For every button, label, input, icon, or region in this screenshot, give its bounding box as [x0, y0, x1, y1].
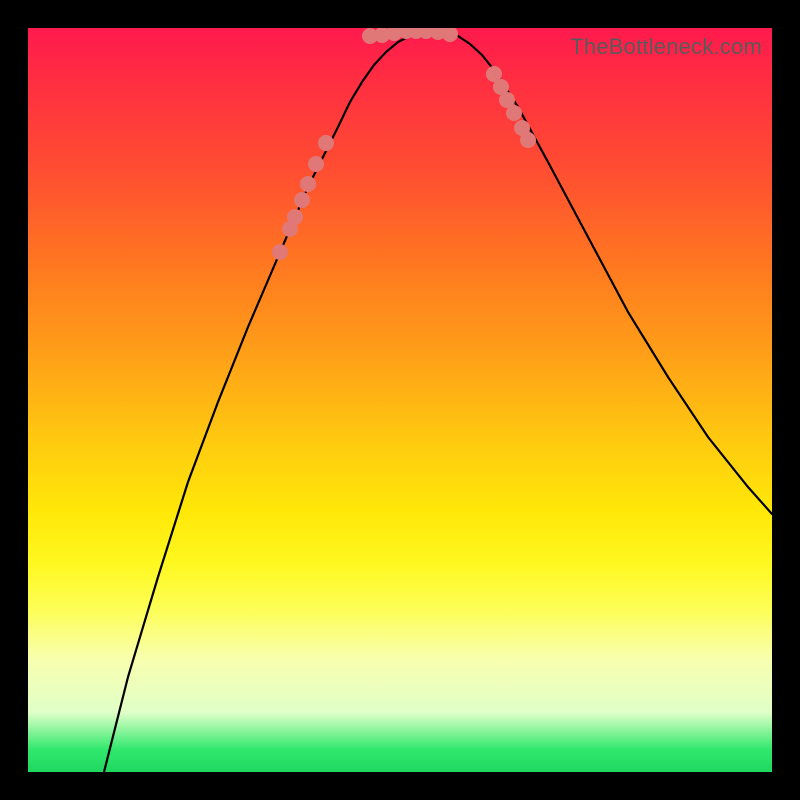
marker-dot — [442, 28, 458, 42]
bottleneck-curve — [104, 31, 772, 772]
marker-dot — [272, 244, 288, 260]
marker-dot — [506, 105, 522, 121]
chart-frame: TheBottleneck.com — [0, 0, 800, 800]
marker-dot — [318, 135, 334, 151]
marker-dot — [308, 156, 324, 172]
curve-layer — [28, 28, 772, 772]
marker-dot — [520, 132, 536, 148]
marker-dot — [300, 176, 316, 192]
plot-area: TheBottleneck.com — [28, 28, 772, 772]
marker-dot — [287, 209, 303, 225]
marker-dot — [294, 192, 310, 208]
